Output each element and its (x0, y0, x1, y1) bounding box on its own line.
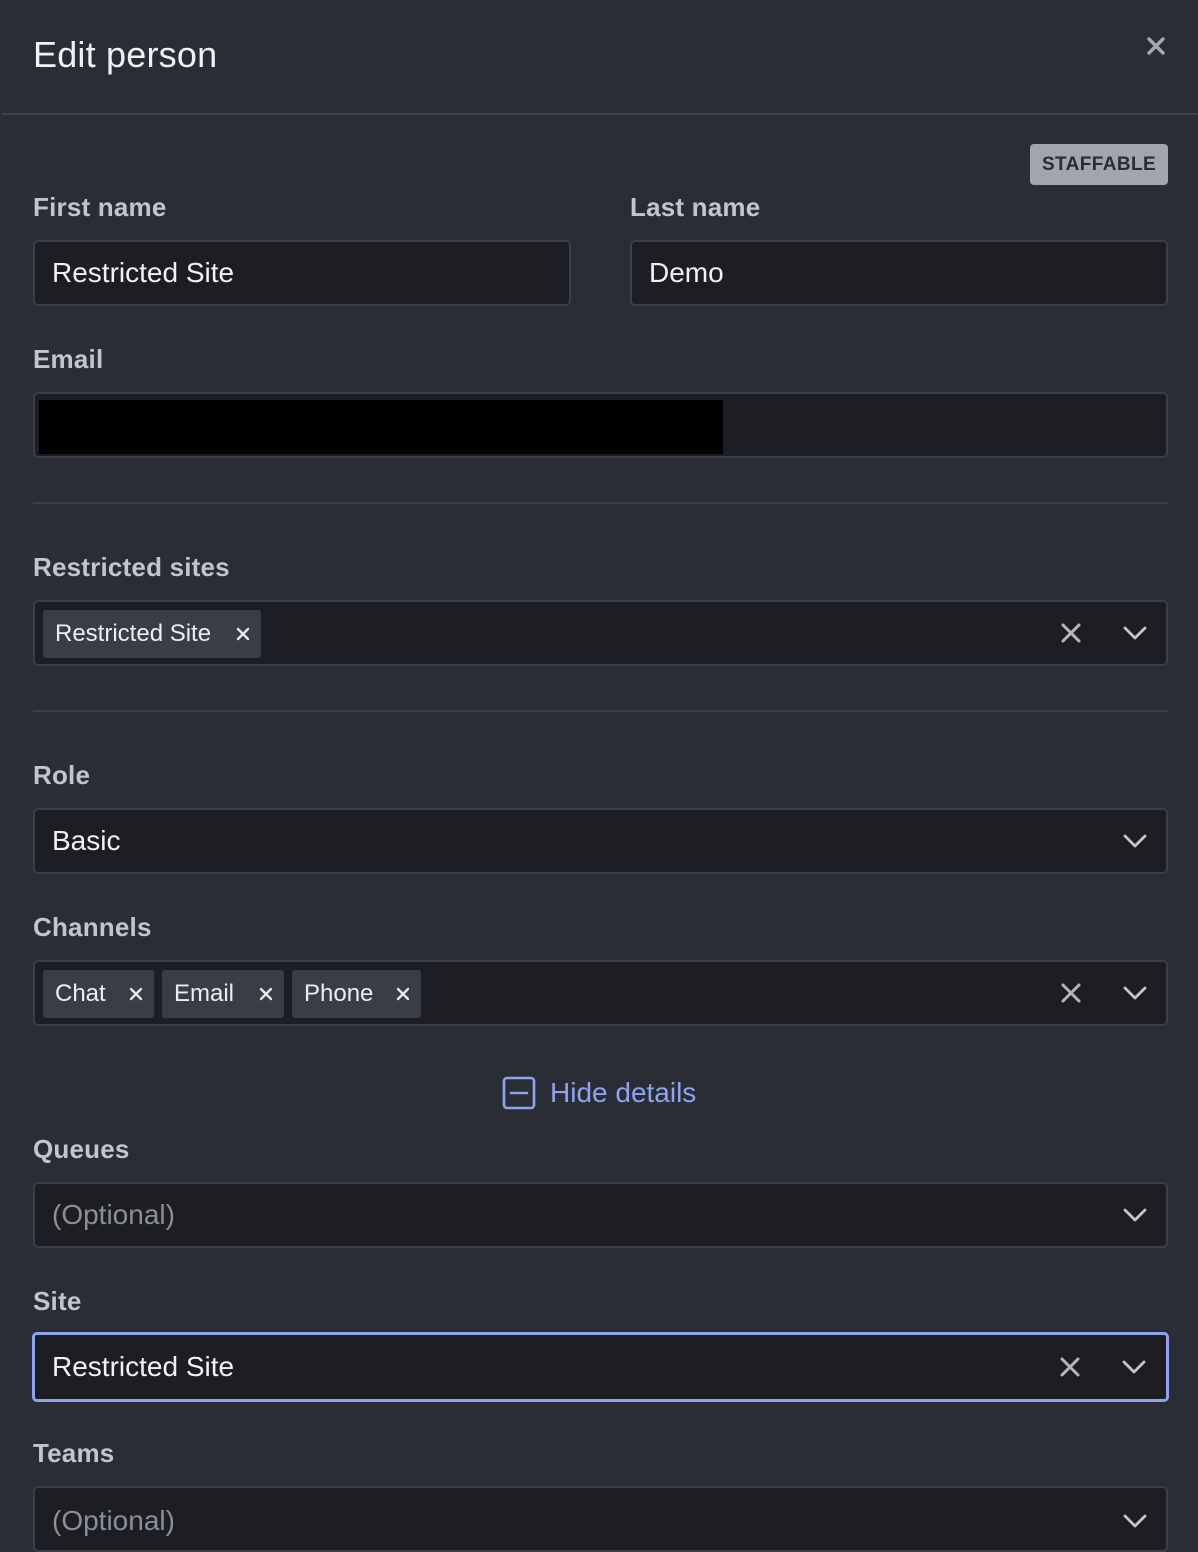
queues-select[interactable]: (Optional) (33, 1182, 1168, 1248)
restricted-sites-label: Restricted sites (33, 552, 230, 582)
close-icon (1147, 37, 1165, 55)
close-button[interactable] (1140, 30, 1172, 62)
email-input[interactable] (33, 392, 1168, 458)
channel-chip-chat: Chat (43, 970, 154, 1018)
chip-remove-icon[interactable] (258, 986, 274, 1002)
hide-details-label: Hide details (550, 1077, 697, 1108)
site-label: Site (33, 1286, 82, 1316)
queues-label: Queues (33, 1134, 130, 1164)
dialog-header: Edit person (2, 0, 1198, 115)
chip-label: Chat (55, 980, 106, 1007)
first-name-label: First name (33, 192, 167, 222)
role-value: Basic (52, 825, 121, 856)
channels-select[interactable]: Chat Email Phone (33, 960, 1168, 1026)
section-divider (33, 502, 1168, 504)
restricted-sites-select[interactable]: Restricted Site (33, 600, 1168, 666)
site-value: Restricted Site (52, 1351, 235, 1382)
hide-details-button[interactable]: Hide details (502, 1076, 696, 1110)
chip-remove-icon[interactable] (128, 986, 144, 1002)
section-divider (33, 710, 1168, 712)
last-name-input[interactable]: Demo (630, 240, 1168, 306)
chevron-down-icon[interactable] (1121, 1507, 1149, 1535)
staffable-badge: STAFFABLE (1030, 144, 1168, 185)
email-label: Email (33, 344, 104, 374)
chip-label: Phone (304, 980, 374, 1007)
teams-placeholder: (Optional) (52, 1505, 175, 1536)
site-select[interactable]: Restricted Site (32, 1332, 1169, 1402)
chevron-down-icon[interactable] (1121, 1201, 1149, 1229)
restricted-site-chip: Restricted Site (43, 610, 261, 658)
chip-remove-icon[interactable] (395, 986, 411, 1002)
last-name-value: Demo (649, 257, 724, 288)
chevron-down-icon[interactable] (1120, 1353, 1148, 1381)
clear-icon[interactable] (1057, 979, 1085, 1007)
channels-label: Channels (33, 912, 152, 942)
edit-person-dialog: Edit person STAFFABLE First name Restric… (2, 0, 1198, 1552)
clear-icon[interactable] (1057, 619, 1085, 647)
role-select[interactable]: Basic (33, 808, 1168, 874)
teams-select[interactable]: (Optional) (33, 1486, 1168, 1552)
clear-icon[interactable] (1056, 1353, 1084, 1381)
chip-label: Restricted Site (55, 620, 212, 647)
channel-chip-email: Email (162, 970, 284, 1018)
minus-square-icon (502, 1076, 536, 1110)
role-label: Role (33, 760, 91, 790)
first-name-input[interactable]: Restricted Site (33, 240, 571, 306)
queues-placeholder: (Optional) (52, 1199, 175, 1230)
channel-chip-phone: Phone (292, 970, 421, 1018)
redacted-email-block (39, 400, 723, 454)
chevron-down-icon[interactable] (1121, 619, 1149, 647)
teams-label: Teams (33, 1438, 115, 1468)
last-name-label: Last name (630, 192, 761, 222)
chip-label: Email (174, 980, 235, 1007)
chevron-down-icon[interactable] (1121, 827, 1149, 855)
chip-remove-icon[interactable] (235, 626, 251, 642)
first-name-value: Restricted Site (52, 257, 235, 288)
dialog-title: Edit person (33, 34, 218, 75)
chevron-down-icon[interactable] (1121, 979, 1149, 1007)
